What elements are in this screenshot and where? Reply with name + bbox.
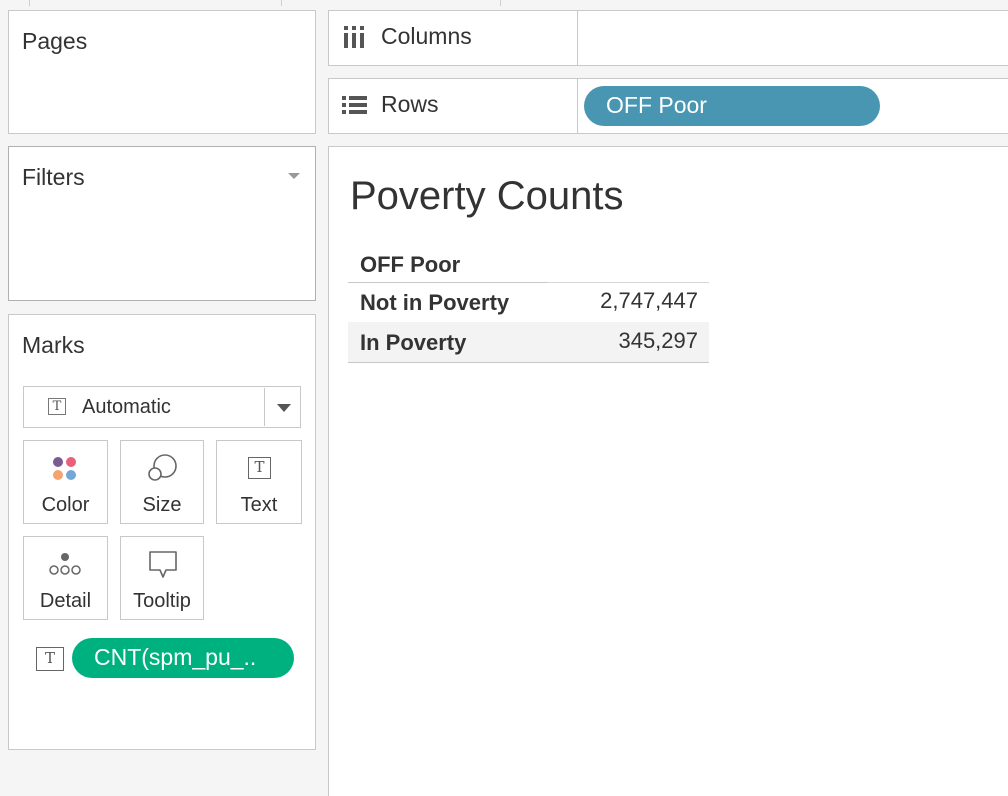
detail-dots-icon	[49, 553, 81, 575]
shelf-divider	[577, 11, 578, 65]
dropdown-separator	[264, 388, 265, 426]
text-mark-icon: T	[36, 647, 64, 671]
tooltip-bubble-icon	[149, 551, 177, 578]
measure-pill[interactable]: CNT(spm_pu_..	[72, 638, 294, 678]
sheet-title: Poverty Counts	[350, 174, 624, 218]
text-mark-icon: T	[248, 457, 271, 479]
color-label: Color	[41, 494, 90, 516]
top-strip	[0, 0, 1008, 8]
pages-shelf[interactable]: Pages	[8, 10, 316, 134]
tab-divider	[281, 0, 282, 6]
detail-label: Detail	[39, 590, 92, 612]
rows-label: Rows	[381, 91, 439, 117]
dropdown-caret-icon[interactable]	[288, 173, 300, 179]
filters-shelf[interactable]: Filters	[8, 146, 316, 301]
table-row-label[interactable]: In Poverty	[360, 330, 466, 356]
color-button[interactable]: Color	[23, 440, 108, 524]
header-divider	[348, 282, 548, 283]
columns-label: Columns	[381, 23, 472, 49]
table-bottom-divider	[348, 362, 709, 363]
pages-title: Pages	[22, 28, 88, 54]
detail-button[interactable]: Detail	[23, 536, 108, 620]
shelf-divider	[577, 79, 578, 133]
marks-title: Marks	[22, 332, 85, 358]
chevron-down-icon[interactable]	[277, 404, 291, 412]
viz-canvas	[328, 146, 1008, 796]
table-row-label[interactable]: Not in Poverty	[360, 290, 509, 316]
columns-shelf[interactable]: Columns	[328, 10, 1008, 66]
mark-type-label: Automatic	[82, 396, 171, 418]
table-cell-value[interactable]: 2,747,447	[548, 288, 698, 314]
color-dots-icon	[53, 457, 76, 480]
tab-divider	[500, 0, 501, 6]
rows-icon	[342, 96, 367, 114]
table-cell-value[interactable]: 345,297	[548, 328, 698, 354]
row-header: OFF Poor	[360, 252, 461, 277]
header-divider	[548, 282, 709, 283]
size-label: Size	[142, 494, 182, 516]
marks-card: Marks	[8, 314, 316, 750]
text-label: Text	[240, 494, 278, 516]
filters-title: Filters	[22, 164, 85, 190]
size-circles-icon	[148, 454, 177, 481]
tab-divider	[29, 0, 30, 6]
mark-type-dropdown[interactable]: T Automatic	[23, 386, 301, 428]
dimension-pill[interactable]: OFF Poor	[584, 86, 880, 126]
text-button[interactable]: T Text	[216, 440, 302, 524]
columns-icon	[344, 26, 364, 48]
text-mark-icon: T	[48, 398, 66, 415]
size-button[interactable]: Size	[120, 440, 204, 524]
tooltip-button[interactable]: Tooltip	[120, 536, 204, 620]
tooltip-label: Tooltip	[133, 590, 191, 612]
